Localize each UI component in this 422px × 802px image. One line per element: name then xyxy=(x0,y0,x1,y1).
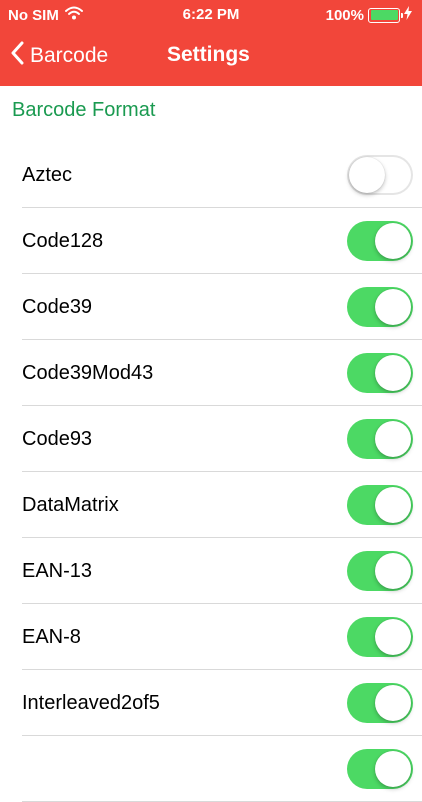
list-item: Interleaved2of5 xyxy=(0,670,422,736)
toggle-knob xyxy=(375,421,411,457)
list-item: Code39 xyxy=(0,274,422,340)
toggle-knob xyxy=(375,223,411,259)
page-title: Settings xyxy=(167,43,250,66)
chevron-left-icon xyxy=(10,41,24,71)
header: No SIM 6:22 PM 100% Barcode Settings xyxy=(0,0,422,86)
list-item: Code39Mod43 xyxy=(0,340,422,406)
toggle-knob xyxy=(375,355,411,391)
format-toggle[interactable] xyxy=(347,287,413,327)
toggle-knob xyxy=(375,685,411,721)
format-label: Code39 xyxy=(22,295,93,318)
format-toggle[interactable] xyxy=(347,221,413,261)
battery-percent: 100% xyxy=(325,6,364,24)
list-item: DataMatrix xyxy=(0,472,422,538)
format-toggle[interactable] xyxy=(347,683,413,723)
format-toggle[interactable] xyxy=(347,353,413,393)
status-right: 100% xyxy=(326,6,412,24)
format-label: EAN-13 xyxy=(22,559,93,582)
format-toggle[interactable] xyxy=(347,749,413,789)
back-label: Barcode xyxy=(30,44,109,67)
list-item: EAN-13 xyxy=(0,538,422,604)
section-header: Barcode Format xyxy=(12,99,156,121)
format-label: Code128 xyxy=(22,229,104,252)
list-item: Aztec xyxy=(0,142,422,208)
charging-icon xyxy=(404,6,412,24)
toggle-knob xyxy=(375,619,411,655)
toggle-knob xyxy=(375,553,411,589)
toggle-knob xyxy=(375,289,411,325)
status-bar: No SIM 6:22 PM 100% xyxy=(0,0,422,30)
format-label: Code39Mod43 xyxy=(22,361,154,384)
format-label: Interleaved2of5 xyxy=(22,691,160,714)
format-label: Aztec xyxy=(22,163,73,186)
nav-bar: Barcode Settings xyxy=(0,30,422,86)
format-toggle[interactable] xyxy=(347,155,413,195)
format-label: Code93 xyxy=(22,427,93,450)
toggle-knob xyxy=(349,157,385,193)
battery-icon xyxy=(368,7,403,23)
format-label: EAN-8 xyxy=(22,625,81,648)
format-toggle[interactable] xyxy=(347,485,413,525)
format-label: DataMatrix xyxy=(22,493,119,516)
toggle-knob xyxy=(375,487,411,523)
format-toggle[interactable] xyxy=(347,551,413,591)
toggle-knob xyxy=(375,751,411,787)
format-toggle[interactable] xyxy=(347,617,413,657)
barcode-format-list: Aztec Code128 Code39 Code39Mod43 Code93 DataM… xyxy=(0,142,422,802)
list-item xyxy=(0,736,422,802)
format-toggle[interactable] xyxy=(347,419,413,459)
list-item: Code93 xyxy=(0,406,422,472)
list-item: EAN-8 xyxy=(0,604,422,670)
list-item: Code128 xyxy=(0,208,422,274)
back-button[interactable]: Barcode xyxy=(10,40,108,72)
